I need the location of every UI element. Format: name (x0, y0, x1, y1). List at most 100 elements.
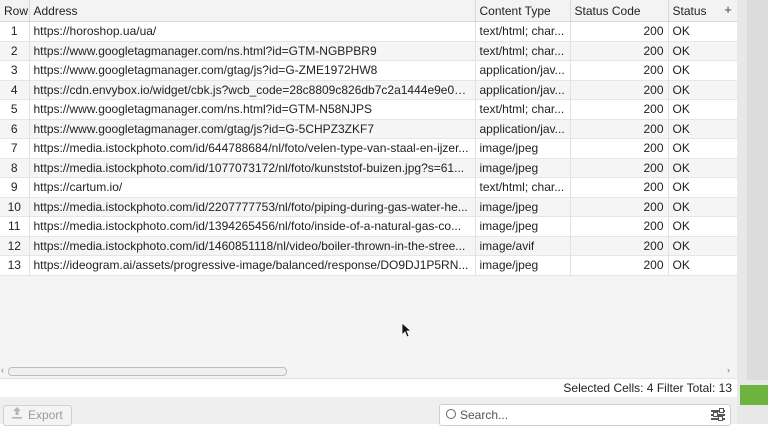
table-row[interactable]: 12 https://media.istockphoto.com/id/14608… (0, 236, 737, 256)
column-header-status-code[interactable]: Status Code (570, 0, 669, 22)
status-code-cell[interactable]: 200 (570, 216, 669, 237)
content-type-cell[interactable]: application/jav... (475, 119, 571, 139)
column-header-address[interactable]: Address (29, 0, 476, 22)
table-row[interactable]: 7 https://media.istockphoto.com/id/644788… (0, 138, 737, 159)
table-row[interactable]: 11 https://media.istockphoto.com/id/13942… (0, 216, 737, 237)
address-cell[interactable]: https://media.istockphoto.com/id/6447886… (29, 138, 476, 159)
status-code-cell[interactable]: 200 (570, 177, 669, 198)
status-cell[interactable]: OK (668, 99, 737, 120)
table-header-row: Row Address Content Type Status Code Sta… (0, 0, 737, 22)
progress-indicator (740, 385, 768, 405)
row-number-cell[interactable]: 1 (0, 21, 30, 42)
table-row[interactable]: 2 https://www.googletagmanager.com/ns.htm… (0, 41, 737, 61)
row-number-cell[interactable]: 2 (0, 41, 30, 61)
address-cell[interactable]: https://media.istockphoto.com/id/1077073… (29, 158, 476, 178)
status-cell[interactable]: OK (668, 197, 737, 217)
row-number-cell[interactable]: 12 (0, 236, 30, 256)
content-type-cell[interactable]: text/html; char... (475, 41, 571, 61)
address-cell[interactable]: https://media.istockphoto.com/id/1460851… (29, 236, 476, 256)
address-cell[interactable]: https://cdn.envybox.io/widget/cbk.js?wcb… (29, 80, 476, 100)
status-cell[interactable]: OK (668, 80, 737, 100)
status-cell[interactable]: OK (668, 216, 737, 237)
filter-sliders-icon[interactable] (711, 408, 725, 421)
table-row[interactable]: 10 https://media.istockphoto.com/id/22077… (0, 197, 737, 217)
row-number-cell[interactable]: 6 (0, 119, 30, 139)
address-cell[interactable]: https://ideogram.ai/assets/progressive-i… (29, 255, 476, 276)
horizontal-scrollbar-thumb[interactable] (8, 367, 287, 376)
status-code-cell[interactable]: 200 (570, 255, 669, 276)
row-number-cell[interactable]: 11 (0, 216, 30, 237)
row-number-cell[interactable]: 13 (0, 255, 30, 276)
address-cell[interactable]: https://cartum.io/ (29, 177, 476, 198)
status-cell[interactable]: OK (668, 158, 737, 178)
mouse-cursor-icon (401, 322, 411, 338)
right-scrollbar-area[interactable] (747, 0, 768, 380)
filter-total-label: Filter Total: (656, 381, 716, 395)
status-code-cell[interactable]: 200 (570, 138, 669, 159)
table-row[interactable]: 4 https://cdn.envybox.io/widget/cbk.js?wc… (0, 80, 737, 100)
address-cell[interactable]: https://www.googletagmanager.com/gtag/js… (29, 60, 476, 81)
content-type-cell[interactable]: image/avif (475, 236, 571, 256)
address-cell[interactable]: https://horoshop.ua/ua/ (29, 21, 476, 42)
status-cell[interactable]: OK (668, 41, 737, 61)
status-code-cell[interactable]: 200 (570, 119, 669, 139)
status-code-cell[interactable]: 200 (570, 80, 669, 100)
scroll-right-arrow-icon[interactable]: › (727, 365, 730, 375)
status-cell[interactable]: OK (668, 21, 737, 42)
table-row[interactable]: 13 https://ideogram.ai/assets/progressive… (0, 255, 737, 276)
row-number-cell[interactable]: 4 (0, 80, 30, 100)
row-number-cell[interactable]: 7 (0, 138, 30, 159)
address-cell[interactable]: https://www.googletagmanager.com/ns.html… (29, 41, 476, 61)
row-number-cell[interactable]: 8 (0, 158, 30, 178)
status-code-cell[interactable]: 200 (570, 21, 669, 42)
status-cell[interactable]: OK (668, 60, 737, 81)
content-type-cell[interactable]: text/html; char... (475, 99, 571, 120)
search-box[interactable] (439, 404, 731, 426)
row-number-cell[interactable]: 9 (0, 177, 30, 198)
status-cell[interactable]: OK (668, 119, 737, 139)
status-code-cell[interactable]: 200 (570, 60, 669, 81)
content-type-cell[interactable]: application/jav... (475, 80, 571, 100)
table-row[interactable]: 1 https://horoshop.ua/ua/text/html; char.… (0, 21, 737, 42)
export-button[interactable]: Export (3, 405, 72, 426)
row-number-cell[interactable]: 3 (0, 60, 30, 81)
status-cell[interactable]: OK (668, 177, 737, 198)
selected-cells-label: Selected Cells: (563, 381, 644, 395)
table-row[interactable]: 6 https://www.googletagmanager.com/gtag/j… (0, 119, 737, 139)
status-code-cell[interactable]: 200 (570, 41, 669, 61)
content-type-cell[interactable]: image/jpeg (475, 216, 571, 237)
address-cell[interactable]: https://media.istockphoto.com/id/2207777… (29, 197, 476, 217)
content-type-cell[interactable]: image/jpeg (475, 158, 571, 178)
status-code-cell[interactable]: 200 (570, 158, 669, 178)
search-icon (446, 409, 456, 419)
content-type-cell[interactable]: image/jpeg (475, 197, 571, 217)
status-code-cell[interactable]: 200 (570, 236, 669, 256)
content-type-cell[interactable]: application/jav... (475, 60, 571, 81)
status-cell[interactable]: OK (668, 255, 737, 276)
results-table-container: Row Address Content Type Status Code Sta… (0, 0, 737, 364)
status-cell[interactable]: OK (668, 236, 737, 256)
content-type-cell[interactable]: image/jpeg (475, 255, 571, 276)
status-bar: Selected Cells: 4 Filter Total: 13 (0, 378, 737, 397)
table-row[interactable]: 3 https://www.googletagmanager.com/gtag/j… (0, 60, 737, 81)
content-type-cell[interactable]: image/jpeg (475, 138, 571, 159)
table-row[interactable]: 9 https://cartum.io/text/html; char... 200… (0, 177, 737, 198)
table-row[interactable]: 8 https://media.istockphoto.com/id/107707… (0, 158, 737, 178)
row-number-cell[interactable]: 10 (0, 197, 30, 217)
address-cell[interactable]: https://www.googletagmanager.com/ns.html… (29, 99, 476, 120)
address-cell[interactable]: https://media.istockphoto.com/id/1394265… (29, 216, 476, 237)
table-row[interactable]: 5 https://www.googletagmanager.com/ns.htm… (0, 99, 737, 120)
results-table: Row Address Content Type Status Code Sta… (0, 0, 737, 276)
status-code-cell[interactable]: 200 (570, 197, 669, 217)
content-type-cell[interactable]: text/html; char... (475, 177, 571, 198)
status-code-cell[interactable]: 200 (570, 99, 669, 120)
column-header-row[interactable]: Row (0, 0, 30, 22)
row-number-cell[interactable]: 5 (0, 99, 30, 120)
content-type-cell[interactable]: text/html; char... (475, 21, 571, 42)
address-cell[interactable]: https://www.googletagmanager.com/gtag/js… (29, 119, 476, 139)
status-cell[interactable]: OK (668, 138, 737, 159)
plus-icon[interactable]: + (722, 3, 734, 17)
search-input[interactable] (460, 406, 690, 424)
scroll-left-arrow-icon[interactable]: ‹ (1, 365, 4, 375)
column-header-content-type[interactable]: Content Type (475, 0, 571, 22)
